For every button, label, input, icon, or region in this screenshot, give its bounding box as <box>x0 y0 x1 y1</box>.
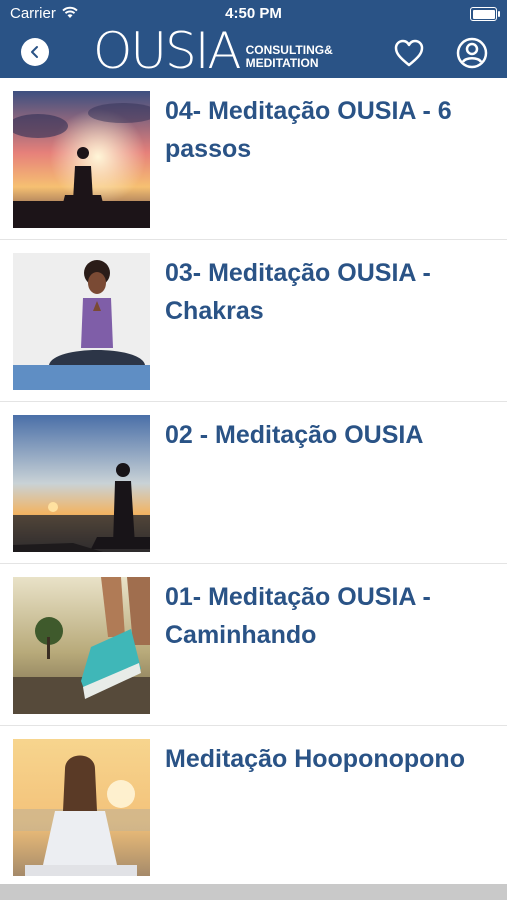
meditation-title: 04- Meditação OUSIA - 6 passos <box>165 97 452 163</box>
battery-icon <box>470 7 500 21</box>
meditation-thumbnail <box>13 253 150 390</box>
list-item[interactable]: 04- Meditação OUSIA - 6 passos <box>0 78 507 240</box>
favorites-button[interactable] <box>393 38 425 68</box>
heart-icon <box>394 39 424 67</box>
list-item[interactable]: Meditação Hooponopono <box>0 726 507 888</box>
meditation-list: 04- Meditação OUSIA - 6 passos 03- Medit… <box>0 78 507 888</box>
profile-button[interactable] <box>456 37 488 69</box>
logo-tagline-line2: MEDITATION <box>245 56 319 70</box>
back-button[interactable] <box>21 38 49 66</box>
ousia-logo: OUSIA CONSULTING& MEDITATION <box>93 26 333 76</box>
meditation-title: 02 - Meditação OUSIA <box>165 421 424 449</box>
status-bar: Carrier 4:50 PM <box>0 0 507 28</box>
meditation-title: Meditação Hooponopono <box>165 745 465 773</box>
user-circle-icon <box>456 37 488 69</box>
bottom-bar <box>0 884 507 900</box>
meditation-thumbnail <box>13 577 150 714</box>
meditation-title: 03- Meditação OUSIA - Chakras <box>165 259 431 325</box>
status-time: 4:50 PM <box>225 5 282 22</box>
list-item[interactable]: 02 - Meditação OUSIA <box>0 402 507 564</box>
logo-tagline: CONSULTING& MEDITATION <box>246 32 333 70</box>
meditation-thumbnail <box>13 415 150 552</box>
meditation-thumbnail <box>13 739 150 876</box>
meditation-title: 01- Meditação OUSIA - Caminhando <box>165 583 431 649</box>
chevron-left-icon <box>31 46 38 58</box>
app-header: Carrier 4:50 PM OUSIA CONSULTING& MEDITA… <box>0 0 507 78</box>
list-item[interactable]: 01- Meditação OUSIA - Caminhando <box>0 564 507 726</box>
meditation-thumbnail <box>13 91 150 228</box>
list-item[interactable]: 03- Meditação OUSIA - Chakras <box>0 240 507 402</box>
logo-wordmark: OUSIA <box>93 22 242 80</box>
